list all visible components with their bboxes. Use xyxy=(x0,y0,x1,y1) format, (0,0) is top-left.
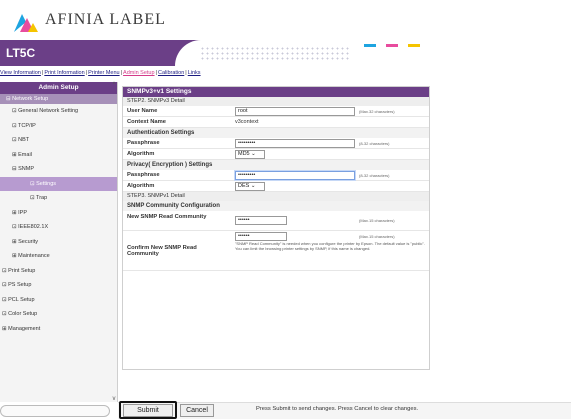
confirm-community-row: Confirm New SNMP Read Community •••••• (… xyxy=(123,231,429,271)
read-community-label: New SNMP Read Community xyxy=(127,214,207,220)
sidebar-item-ps-setup[interactable]: ⊡ PS Setup xyxy=(0,278,117,293)
panel-title: SNMPv3+v1 Settings xyxy=(123,87,429,97)
sidebar-item-pcl-setup[interactable]: ⊡ PCL Setup xyxy=(0,293,117,308)
snmp-settings-panel: SNMPv3+v1 Settings STEP2. SNMPv3 Detail … xyxy=(122,86,430,370)
privacy-settings-heading: Privacy( Encryption ) Settings xyxy=(123,160,429,170)
read-community-row: New SNMP Read Community •••••• (Max.15 c… xyxy=(123,211,429,231)
priv-algorithm-label: Algorithm xyxy=(127,183,155,189)
sidebar-item-general-network-setting[interactable]: ⊡ General Network Setting xyxy=(0,104,117,119)
chevron-down-icon: ⌄ xyxy=(251,151,256,157)
auth-passphrase-input[interactable]: ••••••••• xyxy=(235,139,355,148)
user-name-hint: (Max.32 characters) xyxy=(359,109,395,114)
nav-printer-menu[interactable]: Printer Menu xyxy=(88,70,120,76)
priv-passphrase-label: Passphrase xyxy=(127,172,160,178)
sidebar-item-email[interactable]: ⊞ Email xyxy=(0,148,117,163)
auth-algorithm-label: Algorithm xyxy=(127,151,155,157)
user-name-row: User Name root (Max.32 characters) xyxy=(123,106,429,117)
brand-logo-text: AFINIA LABEL xyxy=(45,11,166,28)
context-name-label: Context Name xyxy=(127,119,166,125)
sidebar-item-management[interactable]: ⊞ Management xyxy=(0,322,117,337)
user-name-label: User Name xyxy=(127,108,158,114)
sidebar-item-trap[interactable]: ⊡ Trap xyxy=(0,191,117,206)
sidebar-item-snmp[interactable]: ⊟ SNMP xyxy=(0,162,117,177)
priv-passphrase-row: Passphrase ••••••••• (8-32 characters) xyxy=(123,170,429,181)
nav-print-information[interactable]: Print Information xyxy=(44,70,84,76)
header-logo-bar: AFINIA LABEL xyxy=(0,0,571,40)
action-message: Press Submit to send changes. Press Canc… xyxy=(256,406,419,412)
confirm-community-label: Confirm New SNMP Read Community xyxy=(127,245,197,257)
context-name-value: v3context xyxy=(235,119,259,125)
yellow-dash xyxy=(408,44,420,47)
confirm-community-input[interactable]: •••••• xyxy=(235,232,287,241)
sidebar-title[interactable]: Admin Setup xyxy=(0,82,117,94)
community-config-heading: SNMP Community Configuration xyxy=(123,201,429,211)
read-community-hint: (Max.15 characters) xyxy=(359,218,395,223)
chevron-down-icon: ⌄ xyxy=(250,183,256,189)
sidebar-item-ieee8021x[interactable]: ⊡ IEEE802.1X xyxy=(0,220,117,235)
context-name-row: Context Name v3context xyxy=(123,117,429,128)
auth-passphrase-hint: (8-32 characters) xyxy=(359,141,390,146)
priv-algorithm-row: Algorithm DES ⌄ xyxy=(123,181,429,192)
cancel-button[interactable]: Cancel xyxy=(180,404,214,417)
sidebar-item-settings[interactable]: ⊡ Settings xyxy=(0,176,117,191)
sidebar-item-security[interactable]: ⊞ Security xyxy=(0,235,117,250)
nav-view-information[interactable]: View Information xyxy=(0,70,41,76)
read-community-input[interactable]: •••••• xyxy=(235,216,287,225)
title-band-pattern xyxy=(200,46,350,60)
scroll-up-arrow-icon[interactable]: ^ xyxy=(110,82,118,90)
sidebar-item-tcpip[interactable]: ⊡ TCP/IP xyxy=(0,119,117,134)
auth-algorithm-row: Algorithm MD5 ⌄ xyxy=(123,149,429,160)
user-name-input[interactable]: root xyxy=(235,107,355,116)
cyan-dash xyxy=(364,44,376,47)
authentication-settings-heading: Authentication Settings xyxy=(123,128,429,138)
sidebar-item-maintenance[interactable]: ⊞ Maintenance xyxy=(0,249,117,264)
sidebar-item-print-setup[interactable]: ⊡ Print Setup xyxy=(0,264,117,279)
confirm-community-hint: (Max.15 characters) xyxy=(359,234,395,239)
magenta-dash xyxy=(386,44,398,47)
sidebar-item-ipp[interactable]: ⊞ IPP xyxy=(0,206,117,221)
top-navigation: View Information|Print Information|Print… xyxy=(0,70,430,79)
priv-passphrase-hint: (8-32 characters) xyxy=(359,173,390,178)
step3-heading: STEP3. SNMPv1 Detail xyxy=(123,192,429,201)
priv-algorithm-select[interactable]: DES ⌄ xyxy=(235,182,265,191)
model-name: LT5C xyxy=(6,46,36,60)
community-note: "SNMP Read Community" is needed when you… xyxy=(235,241,425,251)
horizontal-scrollbar[interactable] xyxy=(0,405,110,417)
sidebar: Admin Setup ⊟ Network Setup ⊡ General Ne… xyxy=(0,82,118,402)
sidebar-subtitle[interactable]: ⊟ Network Setup xyxy=(0,94,117,104)
auth-passphrase-row: Passphrase ••••••••• (8-32 characters) xyxy=(123,138,429,149)
sidebar-item-nbt[interactable]: ⊡ NBT xyxy=(0,133,117,148)
afinia-logo-icon xyxy=(14,14,38,32)
submit-highlight-frame xyxy=(119,401,177,419)
scroll-down-arrow-icon[interactable]: v xyxy=(110,396,118,404)
nav-admin-setup[interactable]: Admin Setup xyxy=(123,70,155,76)
priv-passphrase-input[interactable]: ••••••••• xyxy=(235,171,355,180)
nav-calibration[interactable]: Calibration xyxy=(158,70,184,76)
auth-passphrase-label: Passphrase xyxy=(127,140,160,146)
step2-heading: STEP2. SNMPv3 Detail xyxy=(123,97,429,106)
auth-algorithm-select[interactable]: MD5 ⌄ xyxy=(235,150,265,159)
nav-links[interactable]: Links xyxy=(188,70,201,76)
sidebar-item-color-setup[interactable]: ⊡ Color Setup xyxy=(0,307,117,322)
